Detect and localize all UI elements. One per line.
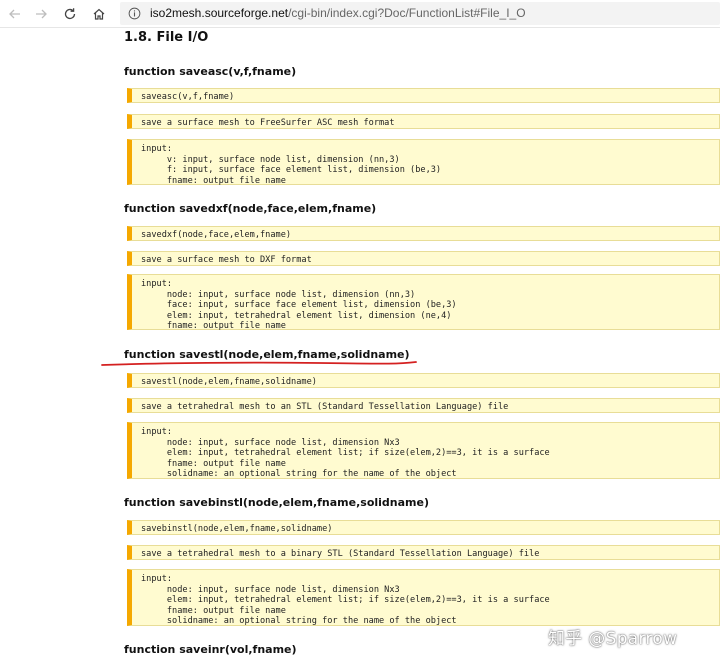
page-content: 1.8. File I/O function saveasc(v,f,fname…	[0, 28, 720, 668]
function-heading: function savedxf(node,face,elem,fname)	[124, 202, 377, 215]
info-icon	[128, 7, 141, 20]
usage-box: savebinstl(node,elem,fname,solidname)	[127, 520, 720, 535]
function-heading: function saveinr(vol,fname)	[124, 643, 297, 656]
params-box: input: node: input, surface node list, d…	[127, 569, 720, 626]
usage-box: saveasc(v,f,fname)	[127, 88, 720, 103]
home-icon	[93, 8, 105, 20]
params-box: input: v: input, surface node list, dime…	[127, 139, 720, 186]
forward-button[interactable]	[28, 2, 54, 26]
refresh-icon	[64, 8, 76, 20]
description-box: save a tetrahedral mesh to an STL (Stand…	[127, 398, 720, 413]
url-path: /cgi-bin/index.cgi?Doc/FunctionList#File…	[288, 6, 526, 20]
arrow-right-icon	[36, 9, 47, 19]
browser-toolbar: iso2mesh.sourceforge.net/cgi-bin/index.c…	[0, 0, 720, 28]
description-box: save a surface mesh to DXF format	[127, 251, 720, 266]
address-bar[interactable]: iso2mesh.sourceforge.net/cgi-bin/index.c…	[120, 2, 720, 25]
function-heading: function savebinstl(node,elem,fname,soli…	[124, 496, 429, 509]
params-box: input: node: input, surface node list, d…	[127, 422, 720, 479]
url-host: iso2mesh.sourceforge.net	[150, 6, 289, 20]
watermark: 知乎 @Sparrow	[548, 629, 678, 649]
usage-box: savedxf(node,face,elem,fname)	[127, 226, 720, 241]
usage-box: savestl(node,elem,fname,solidname)	[127, 373, 720, 388]
params-box: input: node: input, surface node list, d…	[127, 274, 720, 331]
back-button[interactable]	[2, 2, 28, 26]
arrow-left-icon	[9, 9, 20, 19]
description-box: save a surface mesh to FreeSurfer ASC me…	[127, 114, 720, 129]
section-title: 1.8. File I/O	[124, 30, 209, 45]
refresh-button[interactable]	[57, 2, 83, 26]
function-heading: function saveasc(v,f,fname)	[124, 65, 297, 78]
url-text: iso2mesh.sourceforge.net/cgi-bin/index.c…	[150, 2, 526, 25]
home-button[interactable]	[86, 2, 112, 26]
red-underline-annotation	[101, 361, 417, 366]
description-box: save a tetrahedral mesh to a binary STL …	[127, 545, 720, 560]
